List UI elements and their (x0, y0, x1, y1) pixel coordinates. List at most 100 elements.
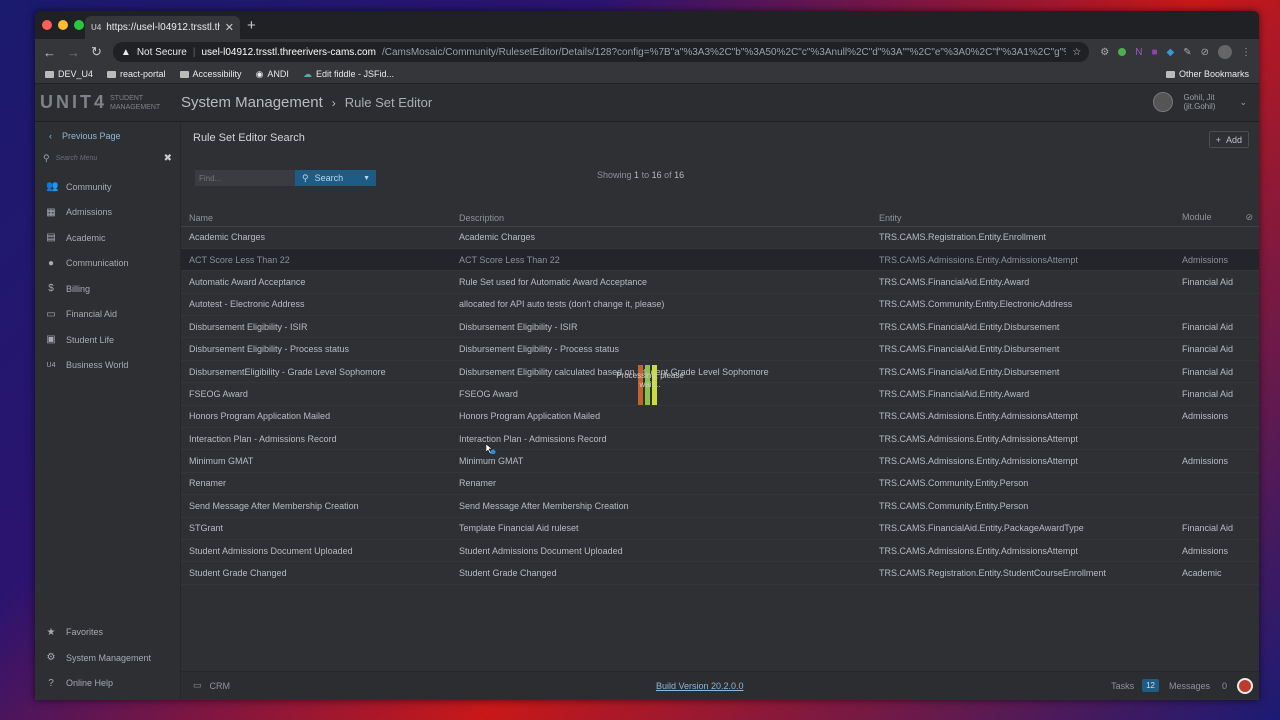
extension-gear-icon[interactable]: ⚙ (1100, 47, 1109, 58)
table-row[interactable]: Student Admissions Document Uploaded Stud… (181, 539, 1259, 563)
column-header-description[interactable]: Description (451, 210, 871, 227)
maximize-window-button[interactable] (74, 20, 84, 30)
cell-name: Student Grade Changed (181, 561, 451, 585)
messages-indicator[interactable]: Messages 0 (1169, 681, 1227, 691)
extension-link-icon[interactable]: ⊘ (1201, 47, 1209, 58)
profile-avatar-icon[interactable] (1218, 45, 1232, 59)
new-tab-button[interactable]: + (247, 17, 256, 34)
column-header-name[interactable]: Name (181, 210, 451, 227)
build-version-link[interactable]: Build Version 20.2.0.0 (656, 681, 744, 691)
forward-arrow-icon[interactable]: → (67, 45, 80, 60)
table-row[interactable]: Disbursement Eligibility - Process statu… (181, 337, 1259, 361)
column-header-entity[interactable]: Entity (871, 210, 1174, 227)
column-header-module[interactable]: Module ⊘ (1174, 210, 1259, 227)
sidebar-item-online-help[interactable]: ? Online Help (35, 671, 180, 697)
close-tab-icon[interactable]: ✕ (225, 21, 234, 34)
back-arrow-icon[interactable]: ← (43, 45, 56, 60)
crm-link[interactable]: ▭ CRM (193, 680, 230, 691)
sidebar-item-community[interactable]: 👥 Community (35, 174, 180, 200)
table-row[interactable]: Student Grade Changed Student Grade Chang… (181, 561, 1259, 585)
previous-page-link[interactable]: ‹ Previous Page (35, 122, 180, 141)
search-button[interactable]: ⚲ Search ▼ (295, 170, 376, 186)
table-row[interactable]: Disbursement Eligibility - ISIR Disbursem… (181, 315, 1259, 339)
id-card-icon: ▣ (46, 334, 56, 346)
close-window-button[interactable] (42, 20, 52, 30)
sidebar-item-label: Billing (66, 283, 91, 294)
cell-module (1174, 472, 1259, 496)
users-icon: 👥 (46, 181, 59, 193)
help-icon: ? (48, 677, 54, 689)
user-menu[interactable]: Gohil, Jit (jit.Gohil) ⌄ (1153, 92, 1247, 112)
main-content: Rule Set Editor Search + Add ⚲ Search ▼ … (181, 122, 1259, 699)
table-row[interactable]: FSEOG Award FSEOG Award TRS.CAMS.Financial… (181, 382, 1259, 406)
tab-strip: U4 https://usel-l04912.trsstl.three ✕ + (35, 11, 1259, 39)
bookmark-jsfiddle[interactable]: ☁ Edit fiddle - JSFid... (303, 69, 394, 80)
sidebar-item-business-world[interactable]: U4 Business World (35, 353, 180, 379)
bookmark-andi[interactable]: ◉ ANDI (256, 69, 289, 80)
table-row[interactable]: Automatic Award Acceptance Rule Set used … (181, 270, 1259, 294)
cell-name: Send Message After Membership Creation (181, 494, 451, 518)
table-row[interactable]: Autotest - Electronic Address allocated f… (181, 293, 1259, 317)
sidebar-item-student-life[interactable]: ▣ Student Life (35, 327, 180, 353)
address-bar[interactable]: ▲ Not Secure | usel-l04912.trsstl.threer… (112, 42, 1090, 62)
sidebar-item-system-management[interactable]: ⚙ System Management (35, 645, 180, 671)
cell-description: Minimum GMAT (451, 449, 871, 473)
cell-name: STGrant (181, 517, 451, 540)
tasks-indicator[interactable]: Tasks 12 (1111, 679, 1159, 692)
find-input[interactable] (195, 170, 295, 186)
table-row[interactable]: Minimum GMAT Minimum GMAT TRS.CAMS.Admissi… (181, 449, 1259, 473)
reload-icon[interactable]: ↻ (91, 44, 102, 60)
bookmark-dev-u4[interactable]: DEV_U4 (45, 69, 93, 79)
other-bookmarks[interactable]: Other Bookmarks (1165, 69, 1249, 79)
sidebar-item-label: Communication (66, 258, 129, 269)
extension-onenote-icon[interactable]: N (1135, 47, 1142, 58)
extension-green-icon[interactable] (1118, 48, 1127, 56)
sidebar-item-billing[interactable]: $ Billing (35, 276, 180, 302)
user-info: Gohil, Jit (jit.Gohil) (1183, 93, 1215, 111)
table-row[interactable]: STGrant Template Financial Aid ruleset TRS… (181, 517, 1259, 540)
caret-down-icon[interactable]: ▼ (363, 175, 370, 182)
cell-module: Financial Aid (1174, 360, 1259, 384)
minimize-window-button[interactable] (58, 20, 68, 30)
table-row[interactable]: Send Message After Membership Creation Se… (181, 494, 1259, 518)
page-title: Rule Set Editor Search (193, 132, 305, 144)
sidebar-item-academic[interactable]: ▤ Academic (35, 225, 180, 251)
cell-module (1174, 226, 1259, 249)
sidebar-item-communication[interactable]: ● Communication (35, 251, 180, 277)
sidebar-item-financial-aid[interactable]: ▭ Financial Aid (35, 302, 180, 328)
chevron-down-icon: ⌄ (1239, 96, 1247, 107)
bookmark-star-icon[interactable]: ☆ (1072, 47, 1081, 58)
search-panel: Rule Set Editor Search + Add ⚲ Search ▼ … (181, 122, 1259, 210)
filter-clear-icon[interactable]: ⊘ (1245, 212, 1253, 223)
table-row[interactable]: Honors Program Application Mailed Honors … (181, 405, 1259, 429)
extension-purple-icon[interactable]: ■ (1151, 47, 1157, 58)
bookmark-accessibility[interactable]: Accessibility (179, 69, 242, 79)
browser-tab[interactable]: U4 https://usel-l04912.trsstl.three ✕ (85, 16, 240, 39)
cell-name: Student Admissions Document Uploaded (181, 539, 451, 563)
sidebar-item-admissions[interactable]: ▦ Admissions (35, 200, 180, 226)
clear-icon[interactable]: ✖ (164, 153, 172, 164)
cell-name: Disbursement Eligibility - Process statu… (181, 337, 451, 361)
table-row[interactable]: Interaction Plan - Admissions Record Inte… (181, 427, 1259, 451)
logo-text: UNIT4 (40, 92, 108, 112)
table-row[interactable]: Academic Charges Academic Charges TRS.CAMS… (181, 226, 1259, 249)
sidebar-item-favorites[interactable]: ★ Favorites (35, 620, 180, 646)
bookmark-react-portal[interactable]: react-portal (107, 69, 166, 79)
folder-icon (107, 70, 117, 78)
extension-blue-icon[interactable]: ◆ (1167, 47, 1175, 58)
cell-description: Academic Charges (451, 226, 871, 249)
add-button[interactable]: + Add (1208, 131, 1249, 148)
menu-search-input[interactable]: Search Menu (56, 155, 158, 162)
unit4-logo[interactable]: UNIT4 STUDENT MANAGEMENT (35, 92, 181, 113)
breadcrumb-section[interactable]: System Management (181, 94, 323, 111)
extension-pen-icon[interactable]: ✎ (1183, 47, 1191, 58)
cell-entity: TRS.CAMS.Admissions.Entity.AdmissionsAtt… (871, 449, 1174, 473)
table-row[interactable]: DisbursementEligibility - Grade Level So… (181, 360, 1259, 384)
bug-report-icon[interactable] (1237, 677, 1253, 694)
url-path: /CamsMosaic/Community/RulesetEditor/Deta… (381, 46, 1067, 58)
table-row[interactable]: ACT Score Less Than 22 ACT Score Less Tha… (181, 248, 1259, 272)
browser-menu-icon[interactable]: ⋮ (1241, 47, 1251, 58)
cell-module: Admissions (1174, 449, 1259, 473)
cell-description: Student Grade Changed (451, 561, 871, 585)
table-row[interactable]: Renamer Renamer TRS.CAMS.Community.Entity.… (181, 472, 1259, 496)
